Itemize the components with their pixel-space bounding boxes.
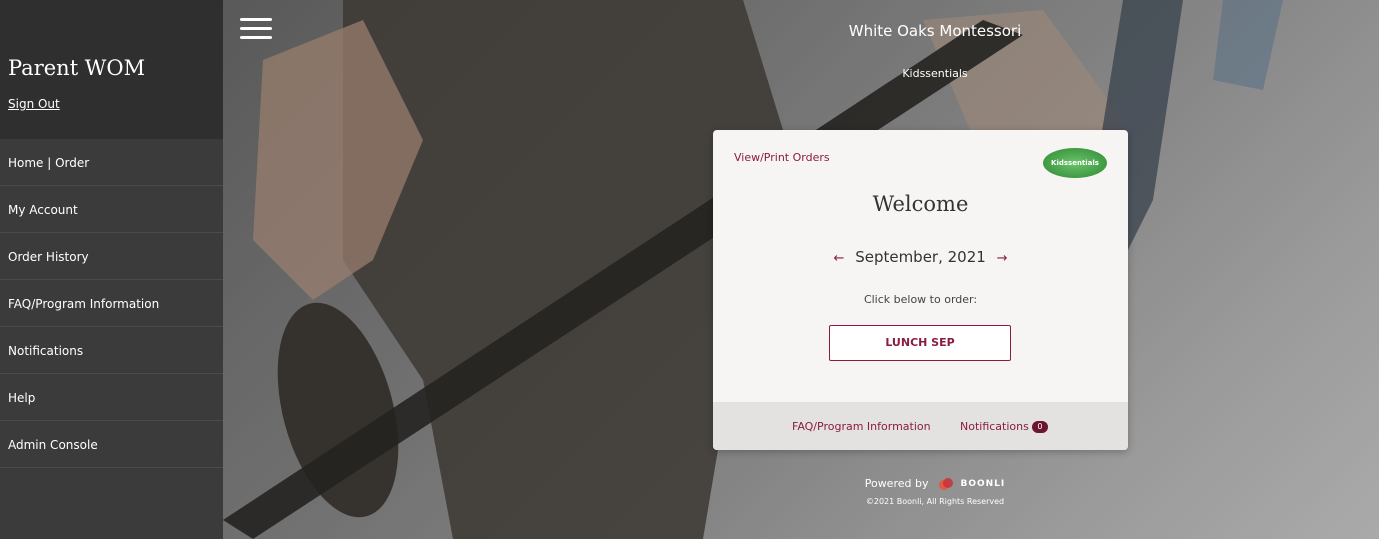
user-name: Parent WOM xyxy=(8,56,146,80)
card-footer: FAQ/Program Information Notifications 0 xyxy=(713,402,1128,450)
sidebar-header: Parent WOM Sign Out xyxy=(0,0,223,139)
sidebar-nav: Home | Order My Account Order History FA… xyxy=(0,139,223,468)
sidebar-item-faq[interactable]: FAQ/Program Information xyxy=(0,280,223,327)
welcome-heading: Welcome xyxy=(872,192,969,216)
school-name: White Oaks Montessori xyxy=(848,22,1022,40)
hamburger-line xyxy=(240,27,272,30)
lunch-order-button[interactable]: LUNCH SEP xyxy=(829,325,1011,361)
sidebar-item-my-account[interactable]: My Account xyxy=(0,186,223,233)
month-selector: ← September, 2021 → xyxy=(713,248,1128,266)
sidebar-item-home-order[interactable]: Home | Order xyxy=(0,139,223,186)
current-month: September, 2021 xyxy=(855,248,986,266)
welcome-card: View/Print Orders Kidssentials Welcome ←… xyxy=(713,130,1128,450)
hamburger-line xyxy=(240,18,272,21)
arrow-left-icon[interactable]: ← xyxy=(828,251,851,266)
vendor-logo: Kidssentials xyxy=(1043,148,1107,178)
sidebar-item-admin-console[interactable]: Admin Console xyxy=(0,421,223,468)
sidebar-item-notifications[interactable]: Notifications xyxy=(0,327,223,374)
boonli-logo-icon xyxy=(938,478,953,490)
notifications-count-badge: 0 xyxy=(1031,421,1048,433)
order-instruction: Click below to order: xyxy=(863,293,978,306)
arrow-right-icon[interactable]: → xyxy=(991,251,1014,266)
notifications-link[interactable]: Notifications 0 xyxy=(960,420,1048,433)
copyright: ©2021 Boonli, All Rights Reserved xyxy=(865,497,1005,506)
notifications-label: Notifications xyxy=(960,420,1029,433)
sign-out-link[interactable]: Sign Out xyxy=(8,97,60,111)
powered-by: Powered by BOONLI xyxy=(780,476,1090,492)
powered-by-label: Powered by xyxy=(864,477,929,490)
hamburger-menu-icon[interactable] xyxy=(240,18,272,40)
faq-link[interactable]: FAQ/Program Information xyxy=(792,420,931,433)
boonli-brand: BOONLI xyxy=(960,479,1006,489)
sidebar-item-help[interactable]: Help xyxy=(0,374,223,421)
vendor-name: Kidssentials xyxy=(902,67,968,80)
sidebar-item-order-history[interactable]: Order History xyxy=(0,233,223,280)
view-print-orders-link[interactable]: View/Print Orders xyxy=(734,151,830,164)
hamburger-line xyxy=(240,36,272,39)
sidebar: Parent WOM Sign Out Home | Order My Acco… xyxy=(0,0,223,539)
